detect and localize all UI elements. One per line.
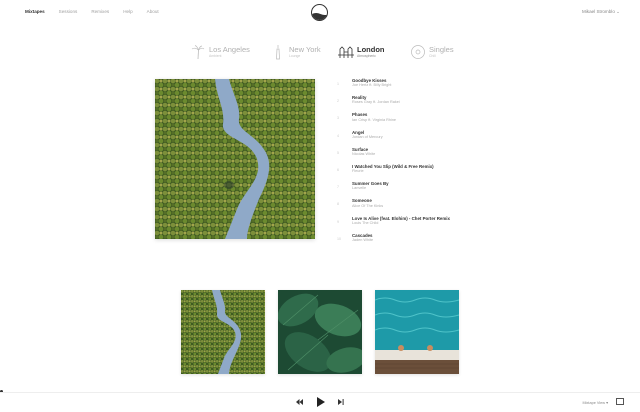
track-item[interactable]: 7 Summer Goes By Lanvelle (335, 181, 485, 198)
tab-singles[interactable]: Singles Chill (410, 42, 454, 62)
thumbnail-green-leaves[interactable] (278, 290, 362, 374)
track-number: 1 (337, 82, 339, 86)
track-number: 10 (337, 236, 341, 241)
tab-subtitle: Ambient (209, 54, 222, 58)
view-mode-label[interactable]: Mixtape View ▾ (583, 400, 608, 405)
track-number: 5 (337, 150, 339, 155)
album-cover[interactable] (155, 79, 315, 239)
track-item[interactable]: 8 Someone Alice Of The Kinks (335, 198, 485, 215)
track-item[interactable]: 9 Love Is Alive (feat. Elohim) - Chet Po… (335, 216, 485, 233)
track-list: 1 Goodbye Kisses Joe Hertz ft. Billy Bri… (335, 78, 485, 250)
nav-item-help[interactable]: Help (123, 9, 132, 14)
tab-new-york[interactable]: New York Lounge (270, 42, 321, 62)
account-menu[interactable]: Mikael Stromblo ⌄ (582, 9, 620, 15)
track-number: 4 (337, 133, 339, 138)
tab-london[interactable]: London Atmospheric (338, 42, 385, 62)
tab-name: Los Angeles (209, 45, 250, 54)
track-item[interactable]: 5 Surface Nicolas White (335, 147, 485, 164)
track-item[interactable]: 6 I Watched You Slip (Wild & Free Remix)… (335, 164, 485, 181)
track-artist: Jordan of Mercury (352, 134, 383, 139)
track-item[interactable]: 2 Reality Roses Gray ft. Jordan Rakei (335, 95, 485, 112)
top-navigation: Mixtapes Sessions Remixes Help About Mik… (0, 0, 640, 26)
view-toggle-icon[interactable] (616, 398, 624, 405)
next-track-icon[interactable] (338, 399, 344, 405)
track-artist: Louis The Child (352, 220, 379, 225)
thumbnail-pool-edge[interactable] (375, 290, 459, 374)
track-artist: Fleurie (352, 169, 364, 174)
track-number: 9 (337, 219, 339, 224)
track-artist: Ian Crisp ft. Virginia Rhine (352, 117, 397, 122)
tab-subtitle: Atmospheric (357, 54, 376, 58)
nav-menu: Mixtapes Sessions Remixes Help About (25, 9, 159, 14)
play-icon[interactable] (317, 397, 325, 407)
tab-subtitle: Lounge (289, 54, 301, 58)
palm-tree-icon (191, 45, 205, 60)
track-number: 7 (337, 185, 339, 190)
nav-item-sessions[interactable]: Sessions (59, 9, 78, 14)
thumbnail-river-forest[interactable] (181, 290, 265, 374)
player-bar: Mixtape View ▾ (0, 392, 640, 412)
vinyl-record-icon (411, 45, 425, 59)
track-artist: Roses Gray ft. Jordan Rakei (352, 100, 400, 105)
related-mixtapes (181, 290, 459, 374)
tab-name: Singles (429, 45, 454, 54)
nav-item-remixes[interactable]: Remixes (91, 9, 109, 14)
track-number: 8 (337, 202, 339, 207)
track-number: 3 (337, 116, 339, 121)
tower-bridge-icon (338, 46, 354, 58)
city-tabs: Los Angeles Ambient New York Lounge Lond… (190, 42, 454, 62)
tab-name: New York (289, 45, 321, 54)
tab-los-angeles[interactable]: Los Angeles Ambient (190, 42, 250, 62)
track-item[interactable]: 1 Goodbye Kisses Joe Hertz ft. Billy Bri… (335, 78, 485, 95)
track-item[interactable]: 3 Phases Ian Crisp ft. Virginia Rhine (335, 112, 485, 129)
track-number: 2 (337, 99, 339, 104)
skyscraper-icon (276, 45, 280, 60)
logo-icon[interactable] (311, 4, 328, 21)
nav-item-mixtapes[interactable]: Mixtapes (25, 9, 45, 14)
track-artist: Alice Of The Kinks (352, 203, 384, 208)
tab-name: London (357, 45, 385, 54)
track-artist: Lanvelle (352, 186, 367, 191)
previous-track-icon[interactable] (296, 399, 303, 405)
tab-subtitle: Chill (429, 54, 436, 58)
nav-item-about[interactable]: About (147, 9, 159, 14)
track-artist: Joe Hertz ft. Billy Bright (352, 83, 392, 88)
track-artist: Jaden White (352, 237, 374, 242)
track-artist: Nicolas White (352, 151, 376, 156)
track-number: 6 (337, 167, 339, 172)
track-item[interactable]: 4 Angel Jordan of Mercury (335, 130, 485, 147)
track-item[interactable]: 10 Cascades Jaden White (335, 233, 485, 250)
